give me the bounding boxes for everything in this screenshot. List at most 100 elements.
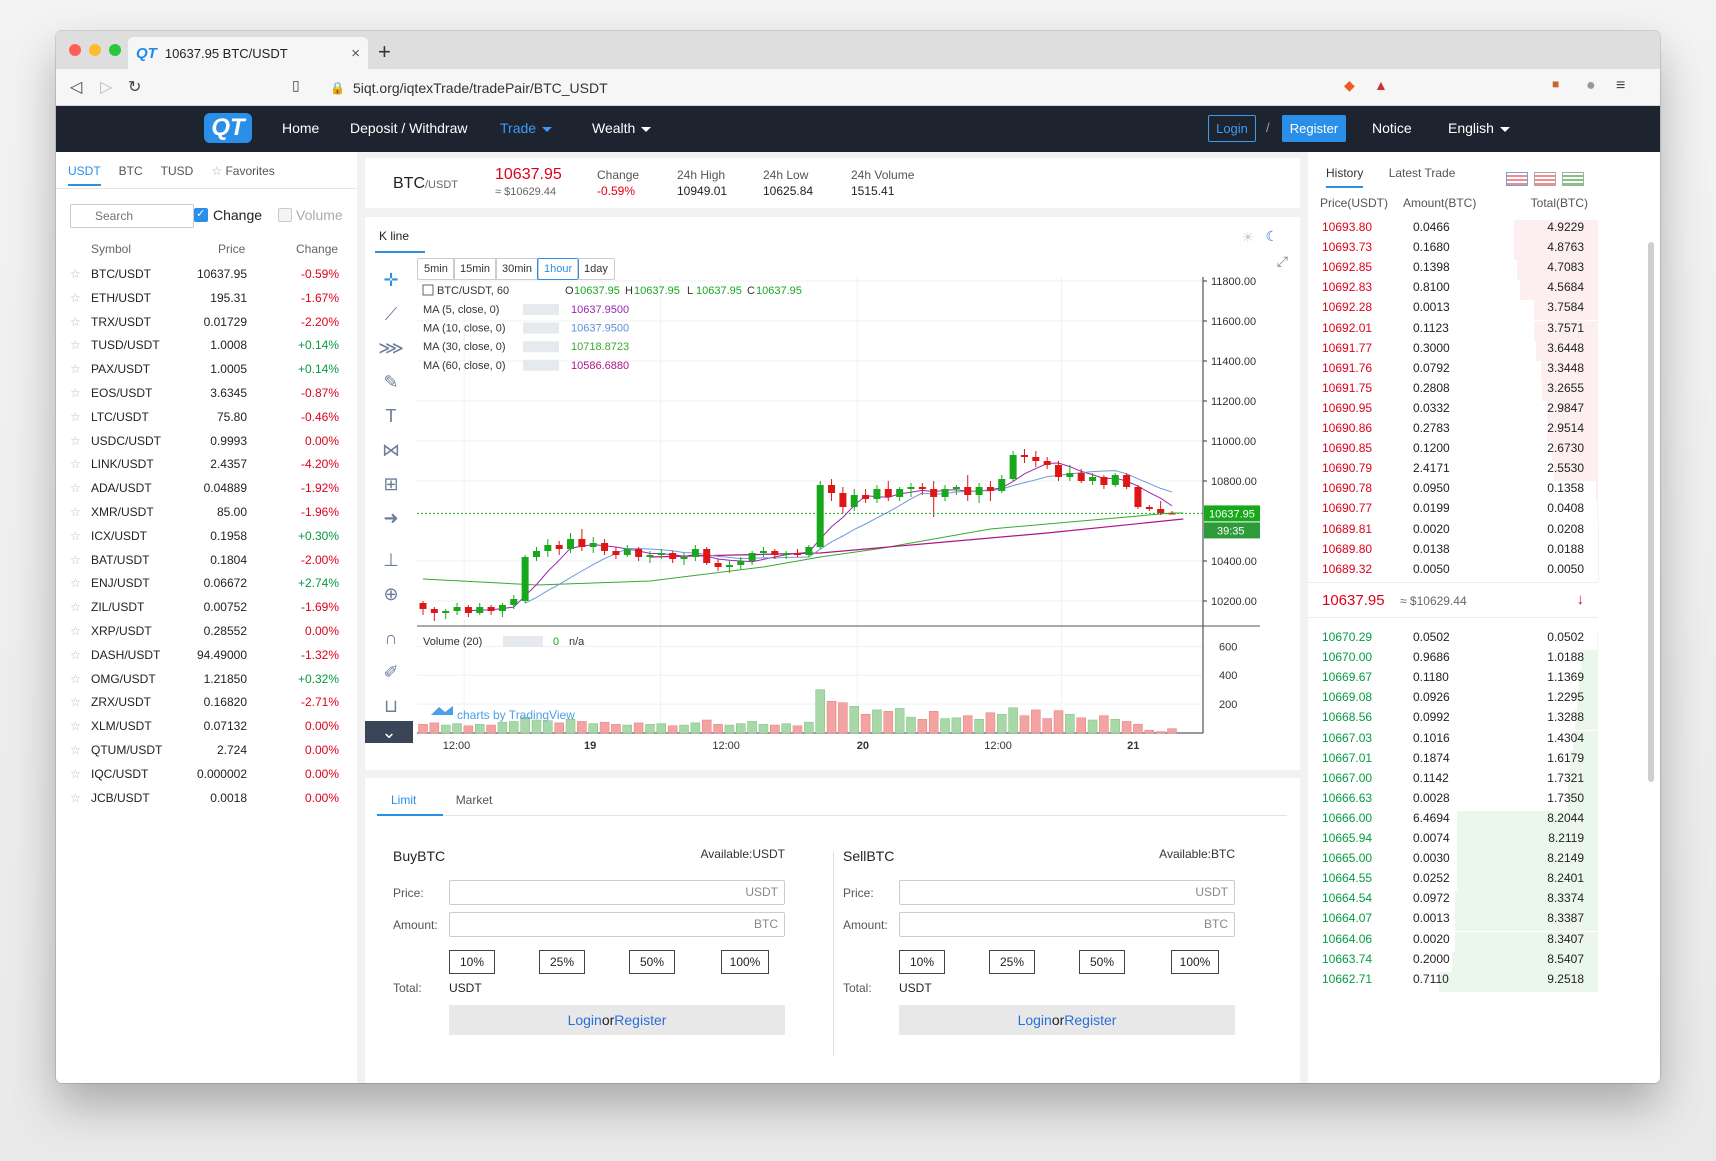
collapse-legend-icon[interactable] (422, 284, 434, 296)
ma-settings-icons[interactable] (523, 322, 559, 334)
market-row[interactable]: ☆ PAX/USDT 1.0005 +0.14% (56, 357, 357, 383)
candle-body[interactable] (862, 495, 870, 499)
favorite-star-icon[interactable]: ☆ (70, 767, 81, 781)
sun-icon[interactable]: ☀ (1241, 229, 1254, 246)
market-row[interactable]: ☆ TUSD/USDT 1.0008 +0.14% (56, 333, 357, 359)
market-row[interactable]: ☆ QTUM/USDT 2.724 0.00% (56, 738, 357, 764)
text-tool-icon[interactable]: T (378, 403, 404, 429)
candle-body[interactable] (498, 605, 506, 611)
ask-row[interactable]: 10690.77 0.0199 0.0408 (1308, 497, 1598, 522)
ask-row[interactable]: 10693.80 0.0466 4.9229 (1308, 216, 1598, 240)
buy-register-link[interactable]: Register (614, 1012, 666, 1028)
candle-body[interactable] (873, 489, 881, 499)
market-row[interactable]: ☆ BTC/USDT 10637.95 -0.59% (56, 262, 357, 288)
tab-btc[interactable]: BTC (119, 164, 143, 186)
volume-settings-icons[interactable] (503, 636, 543, 647)
bid-row[interactable]: 10670.29 0.0502 0.0502 (1308, 626, 1598, 650)
tab-tusd[interactable]: TUSD (161, 164, 194, 186)
search-input[interactable] (70, 204, 194, 228)
reload-icon[interactable]: ↻ (128, 77, 141, 97)
candle-body[interactable] (1157, 509, 1165, 513)
book-asks-icon[interactable] (1534, 172, 1556, 186)
candle-body[interactable] (578, 539, 586, 547)
favorite-star-icon[interactable]: ☆ (70, 481, 81, 495)
tab-favorites[interactable]: ☆ Favorites (211, 164, 274, 186)
bid-row[interactable]: 10664.55 0.0252 8.2401 (1308, 867, 1598, 892)
candle-body[interactable] (691, 549, 699, 557)
candle-body[interactable] (669, 553, 677, 559)
volume-checkbox[interactable] (278, 208, 292, 222)
close-window-button[interactable] (69, 44, 81, 56)
bid-row[interactable]: 10664.54 0.0972 8.3374 (1308, 887, 1598, 912)
candle-body[interactable] (1032, 457, 1040, 461)
candle-body[interactable] (1043, 461, 1051, 465)
ask-row[interactable]: 10691.75 0.2808 3.2655 (1308, 377, 1598, 401)
bid-row[interactable]: 10664.07 0.0013 8.3387 (1308, 907, 1598, 932)
magnet-icon[interactable]: ∩ (378, 625, 404, 651)
url-field[interactable]: 🔒 5iqt.org/iqtexTrade/tradePair/BTC_USDT (330, 75, 1450, 100)
candle-body[interactable] (601, 543, 609, 551)
ma-settings-icons[interactable] (523, 341, 559, 353)
fib-tool-icon[interactable]: ⋙ (378, 335, 404, 361)
ask-row[interactable]: 10692.85 0.1398 4.7083 (1308, 256, 1598, 281)
market-row[interactable]: ☆ ICX/USDT 0.1958 +0.30% (56, 524, 357, 550)
new-tab-icon[interactable]: + (378, 39, 391, 65)
collapse-toolbar-icon[interactable]: ⌄ (365, 721, 413, 743)
lock-drawing-icon[interactable]: ✐ (378, 659, 404, 685)
candle-body[interactable] (771, 551, 779, 555)
ask-row[interactable]: 10690.79 2.4171 2.5530 (1308, 457, 1598, 482)
candle-body[interactable] (782, 553, 790, 555)
buy-pct-10-button[interactable]: 10% (449, 950, 495, 974)
tab-latest-trade[interactable]: Latest Trade (1389, 166, 1456, 180)
favorite-star-icon[interactable]: ☆ (70, 315, 81, 329)
market-row[interactable]: ☆ LTC/USDT 75.80 -0.46% (56, 405, 357, 431)
sell-pct-100-button[interactable]: 100% (1171, 950, 1219, 974)
market-row[interactable]: ☆ EOS/USDT 3.6345 -0.87% (56, 381, 357, 407)
kline-tab[interactable]: K line (379, 229, 409, 243)
site-logo[interactable]: QT (204, 113, 252, 143)
bookmark-icon[interactable]: ▯ (292, 77, 300, 94)
market-row[interactable]: ☆ LINK/USDT 2.4357 -4.20% (56, 452, 357, 478)
favorite-star-icon[interactable]: ☆ (70, 600, 81, 614)
shield-icon[interactable]: ◆ (1344, 77, 1355, 94)
nav-wealth[interactable]: Wealth (592, 120, 652, 136)
bid-row[interactable]: 10667.03 0.1016 1.4304 (1308, 727, 1598, 751)
scrollbar[interactable] (1648, 242, 1654, 782)
favorite-star-icon[interactable]: ☆ (70, 719, 81, 733)
candle-body[interactable] (680, 557, 688, 559)
candle-body[interactable] (1066, 473, 1074, 477)
nav-home[interactable]: Home (282, 120, 319, 136)
candle-body[interactable] (1020, 455, 1028, 457)
market-row[interactable]: ☆ ENJ/USDT 0.06672 +2.74% (56, 571, 357, 597)
book-both-icon[interactable] (1506, 172, 1528, 186)
favorite-star-icon[interactable]: ☆ (70, 743, 81, 757)
bid-row[interactable]: 10666.00 6.4694 8.2044 (1308, 807, 1598, 831)
favorite-star-icon[interactable]: ☆ (70, 410, 81, 424)
brush-icon[interactable]: ✎ (378, 369, 404, 395)
ask-row[interactable]: 10692.83 0.8100 4.5684 (1308, 276, 1598, 301)
favorite-star-icon[interactable]: ☆ (70, 624, 81, 638)
candle-body[interactable] (964, 487, 972, 495)
market-row[interactable]: ☆ DASH/USDT 94.49000 -1.32% (56, 643, 357, 669)
market-row[interactable]: ☆ XRP/USDT 0.28552 0.00% (56, 619, 357, 645)
favorite-star-icon[interactable]: ☆ (70, 695, 81, 709)
bid-row[interactable]: 10669.67 0.1180 1.1369 (1308, 666, 1598, 691)
nav-notice[interactable]: Notice (1372, 120, 1412, 136)
minimize-window-button[interactable] (89, 44, 101, 56)
candle-body[interactable] (635, 549, 643, 557)
bid-row[interactable]: 10663.74 0.2000 8.5407 (1308, 948, 1598, 972)
buy-pct-25-button[interactable]: 25% (539, 950, 585, 974)
profile-icon[interactable]: ● (1586, 77, 1596, 95)
browser-tab[interactable]: QT 10637.95 BTC/USDT × (128, 37, 368, 69)
sell-amount-input[interactable]: BTC (899, 912, 1235, 937)
tab-history[interactable]: History (1326, 166, 1364, 188)
bid-row[interactable]: 10670.00 0.9686 1.0188 (1308, 646, 1598, 671)
fullscreen-icon[interactable]: ⤢ (1277, 253, 1288, 270)
candle-body[interactable] (759, 551, 767, 553)
candle-body[interactable] (589, 543, 597, 547)
candle-body[interactable] (986, 487, 994, 491)
ma-settings-icons[interactable] (523, 304, 559, 315)
candle-body[interactable] (1100, 477, 1108, 485)
ask-row[interactable]: 10689.81 0.0020 0.0208 (1308, 518, 1598, 542)
bid-row[interactable]: 10667.01 0.1874 1.6179 (1308, 747, 1598, 771)
